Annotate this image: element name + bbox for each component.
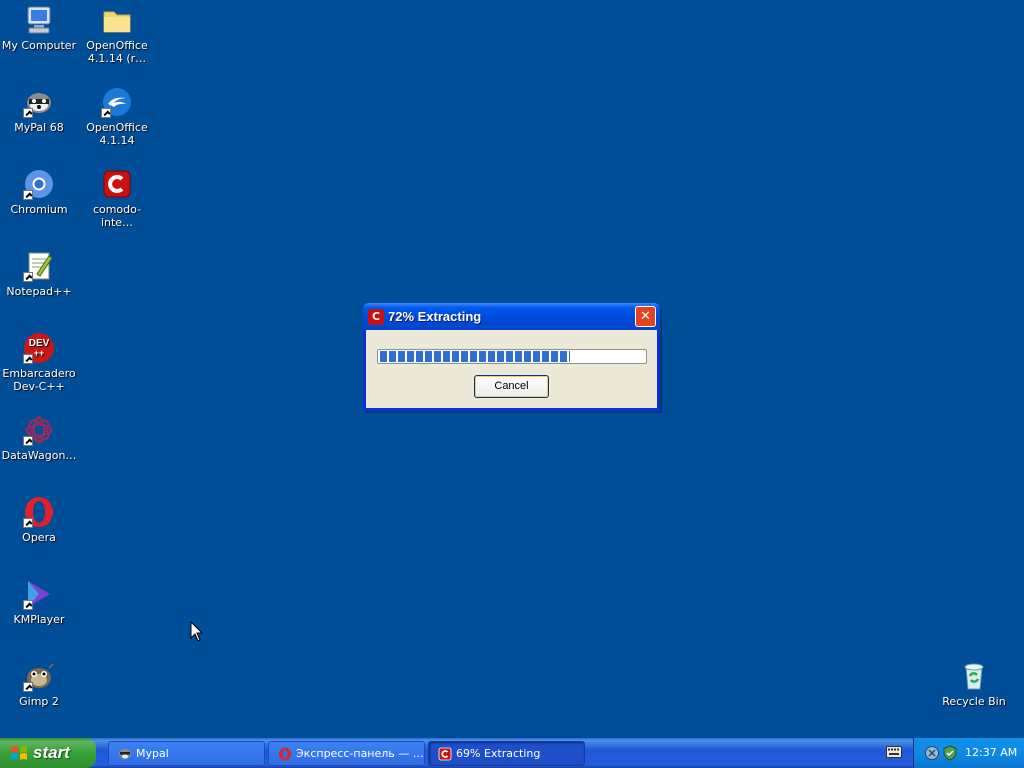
folder-icon — [101, 4, 133, 36]
desktop-icon-comodo[interactable]: comodo-inte… — [79, 168, 155, 229]
devcpp-badge-plus: ++ — [34, 348, 45, 358]
taskbar-item-extracting[interactable]: 69% Extracting — [428, 741, 585, 766]
desktop-icon-my-computer[interactable]: My Computer — [1, 4, 77, 52]
desktop-icon-datawagon[interactable]: DataWagon… — [1, 414, 77, 462]
shortcut-arrow-icon — [23, 272, 33, 282]
taskbar: start Mypal Экспресс-панель — … 69% Extr… — [0, 738, 1024, 768]
desktop-icon-label: OpenOffice 4.1.14 (r… — [86, 39, 148, 65]
shortcut-arrow-icon — [23, 682, 33, 692]
openoffice-icon — [101, 86, 133, 118]
my-computer-icon — [23, 4, 55, 36]
desktop-icon-label: Embarcadero Dev-C++ — [2, 367, 76, 393]
recycle-bin-icon — [958, 660, 990, 692]
desktop-icon-label: Gimp 2 — [19, 695, 59, 708]
opera-icon — [279, 747, 291, 761]
extracting-dialog: C 72% Extracting ✕ Cancel — [363, 303, 660, 411]
cancel-button[interactable]: Cancel — [474, 375, 549, 398]
comodo-icon: C — [368, 309, 384, 325]
shortcut-arrow-icon — [23, 190, 33, 200]
gimp-icon — [23, 660, 55, 692]
desktop-icon-devcpp[interactable]: DEV ++ Embarcadero Dev-C++ — [1, 332, 77, 393]
desktop-icon-label: Recycle Bin — [942, 695, 1006, 708]
shortcut-arrow-icon — [23, 354, 33, 364]
clock[interactable]: 12:37 AM — [965, 746, 1017, 759]
dialog-titlebar[interactable]: C 72% Extracting ✕ — [363, 303, 660, 330]
security-shield-icon[interactable] — [942, 745, 958, 761]
desktop-icon-label: My Computer — [1, 39, 77, 52]
desktop-icon-label: comodo-inte… — [92, 203, 142, 229]
close-button[interactable]: ✕ — [635, 306, 656, 327]
mypal-icon — [119, 749, 131, 759]
network-icon[interactable] — [924, 745, 940, 761]
desktop-icon-openoffice-folder[interactable]: OpenOffice 4.1.14 (r… — [79, 4, 155, 65]
system-tray: 12:37 AM — [913, 738, 1024, 768]
desktop-icon-chromium[interactable]: Chromium — [1, 168, 77, 216]
desktop-icon-kmplayer[interactable]: KMPlayer — [1, 578, 77, 626]
desktop-icon-label: Chromium — [10, 203, 68, 216]
desktop-icon-gimp[interactable]: Gimp 2 — [1, 660, 77, 708]
desktop-icon-label: Opera — [22, 531, 56, 544]
datawagon-icon — [23, 414, 55, 446]
comodo-icon — [101, 168, 133, 200]
taskbar-item-mypal[interactable]: Mypal — [108, 741, 265, 766]
windows-logo-icon — [11, 746, 27, 760]
taskbar-item-label: Mypal — [136, 747, 169, 760]
dialog-title: 72% Extracting — [388, 309, 482, 324]
shortcut-arrow-icon — [23, 108, 33, 118]
desktop-icon-opera[interactable]: Opera — [1, 496, 77, 544]
taskbar-item-opera[interactable]: Экспресс-панель — … — [268, 741, 425, 766]
shortcut-arrow-icon — [101, 108, 111, 118]
desktop-icon-label: DataWagon… — [1, 449, 77, 462]
desktop-icon-recycle-bin[interactable]: Recycle Bin — [936, 660, 1012, 708]
devcpp-icon: DEV ++ — [23, 332, 55, 364]
dialog-body: Cancel — [366, 330, 657, 408]
desktop-icon-label: OpenOffice 4.1.14 — [86, 121, 148, 147]
opera-icon — [23, 496, 55, 528]
mypal-icon — [23, 86, 55, 118]
progress-fill — [380, 351, 571, 362]
comodo-icon — [438, 747, 452, 761]
desktop-icon-label: KMPlayer — [13, 613, 65, 626]
desktop-icon-label: MyPal 68 — [14, 121, 64, 134]
desktop-icon-notepadpp[interactable]: Notepad++ — [1, 250, 77, 298]
start-label: start — [33, 743, 70, 762]
start-button[interactable]: start — [0, 738, 96, 768]
desktop-icon-label: Notepad++ — [6, 285, 72, 298]
chromium-icon — [23, 168, 55, 200]
mouse-cursor-icon — [190, 621, 203, 642]
taskbar-item-label: Экспресс-панель — … — [296, 747, 424, 760]
desktop-icon-mypal[interactable]: MyPal 68 — [1, 86, 77, 134]
shortcut-arrow-icon — [23, 518, 33, 528]
taskbar-item-label: 69% Extracting — [456, 747, 541, 760]
kmplayer-icon — [23, 578, 55, 610]
extract-progress-bar — [377, 349, 647, 364]
desktop-icon-openoffice[interactable]: OpenOffice 4.1.14 — [79, 86, 155, 147]
shortcut-arrow-icon — [23, 600, 33, 610]
shortcut-arrow-icon — [23, 436, 33, 446]
notepadpp-icon — [23, 250, 55, 282]
keyboard-layout-icon[interactable] — [886, 746, 902, 758]
